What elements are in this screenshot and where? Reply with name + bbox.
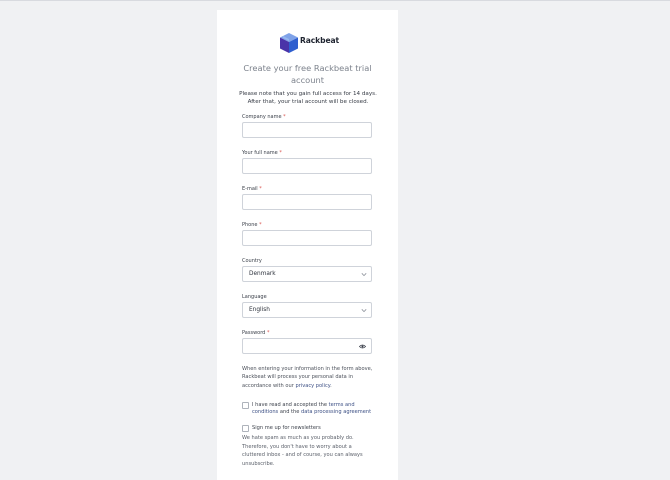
- full-name-label-text: Your full name: [242, 150, 278, 156]
- brand-name: Rackbeat: [300, 36, 340, 45]
- data-processing-agreement-link[interactable]: data processing agreement: [301, 409, 371, 415]
- phone-input[interactable]: [242, 230, 372, 246]
- terms-label: I have read and accepted the terms and c…: [252, 402, 380, 417]
- newsletter-checkbox[interactable]: [242, 425, 249, 432]
- password-input[interactable]: [242, 338, 372, 354]
- country-label-text: Country: [242, 258, 262, 264]
- rackbeat-logo: Rackbeat: [279, 32, 369, 54]
- email-label-text: E-mail: [242, 186, 258, 192]
- privacy-end: .: [330, 382, 332, 389]
- trial-notice: Please note that you gain full access fo…: [235, 90, 381, 107]
- privacy-policy-link[interactable]: privacy policy: [295, 383, 330, 389]
- newsletter-description: We hate spam as much as you probably do.…: [242, 435, 363, 467]
- company-name-label-text: Company name: [242, 114, 282, 120]
- required-marker: *: [283, 114, 286, 120]
- page-title: Create your free Rackbeat trial account: [243, 63, 372, 85]
- company-name-label: Company name *: [242, 114, 286, 120]
- password-label: Password *: [242, 330, 269, 336]
- chevron-down-icon: [361, 309, 367, 313]
- notice-line-1: Please note that you gain full access fo…: [239, 91, 377, 97]
- country-selected-value: Denmark: [249, 271, 276, 277]
- email-label: E-mail *: [242, 186, 262, 192]
- eye-icon[interactable]: [359, 344, 366, 349]
- notice-line-2: After that, your trial account will be c…: [247, 99, 369, 106]
- terms-prefix: I have read and accepted the: [252, 402, 327, 408]
- terms-checkbox[interactable]: [242, 402, 249, 409]
- country-select[interactable]: Denmark: [242, 266, 372, 282]
- privacy-notice: When entering your information in the fo…: [242, 365, 377, 390]
- required-marker: *: [259, 222, 262, 228]
- password-label-text: Password: [242, 330, 266, 336]
- language-select[interactable]: English: [242, 302, 372, 318]
- required-marker: *: [266, 330, 270, 336]
- signup-card: Rackbeat Create your free Rackbeat trial…: [217, 10, 398, 480]
- required-marker: *: [279, 150, 282, 156]
- required-marker: *: [259, 186, 262, 192]
- language-label: Language: [242, 294, 267, 300]
- company-name-input[interactable]: [242, 122, 372, 138]
- phone-label: Phone *: [242, 222, 262, 228]
- language-selected-value: English: [249, 307, 270, 313]
- full-name-label: Your full name *: [242, 150, 282, 156]
- top-border: [0, 0, 670, 1]
- language-label-text: Language: [242, 294, 267, 300]
- chevron-down-icon: [361, 273, 367, 277]
- country-label: Country: [242, 258, 262, 264]
- rackbeat-cube-icon: [280, 33, 298, 53]
- full-name-input[interactable]: [242, 158, 372, 174]
- phone-label-text: Phone: [242, 222, 258, 228]
- email-input[interactable]: [242, 194, 372, 210]
- terms-middle: and the: [279, 409, 300, 416]
- newsletter-label: Sign me up for newsletters: [252, 425, 321, 431]
